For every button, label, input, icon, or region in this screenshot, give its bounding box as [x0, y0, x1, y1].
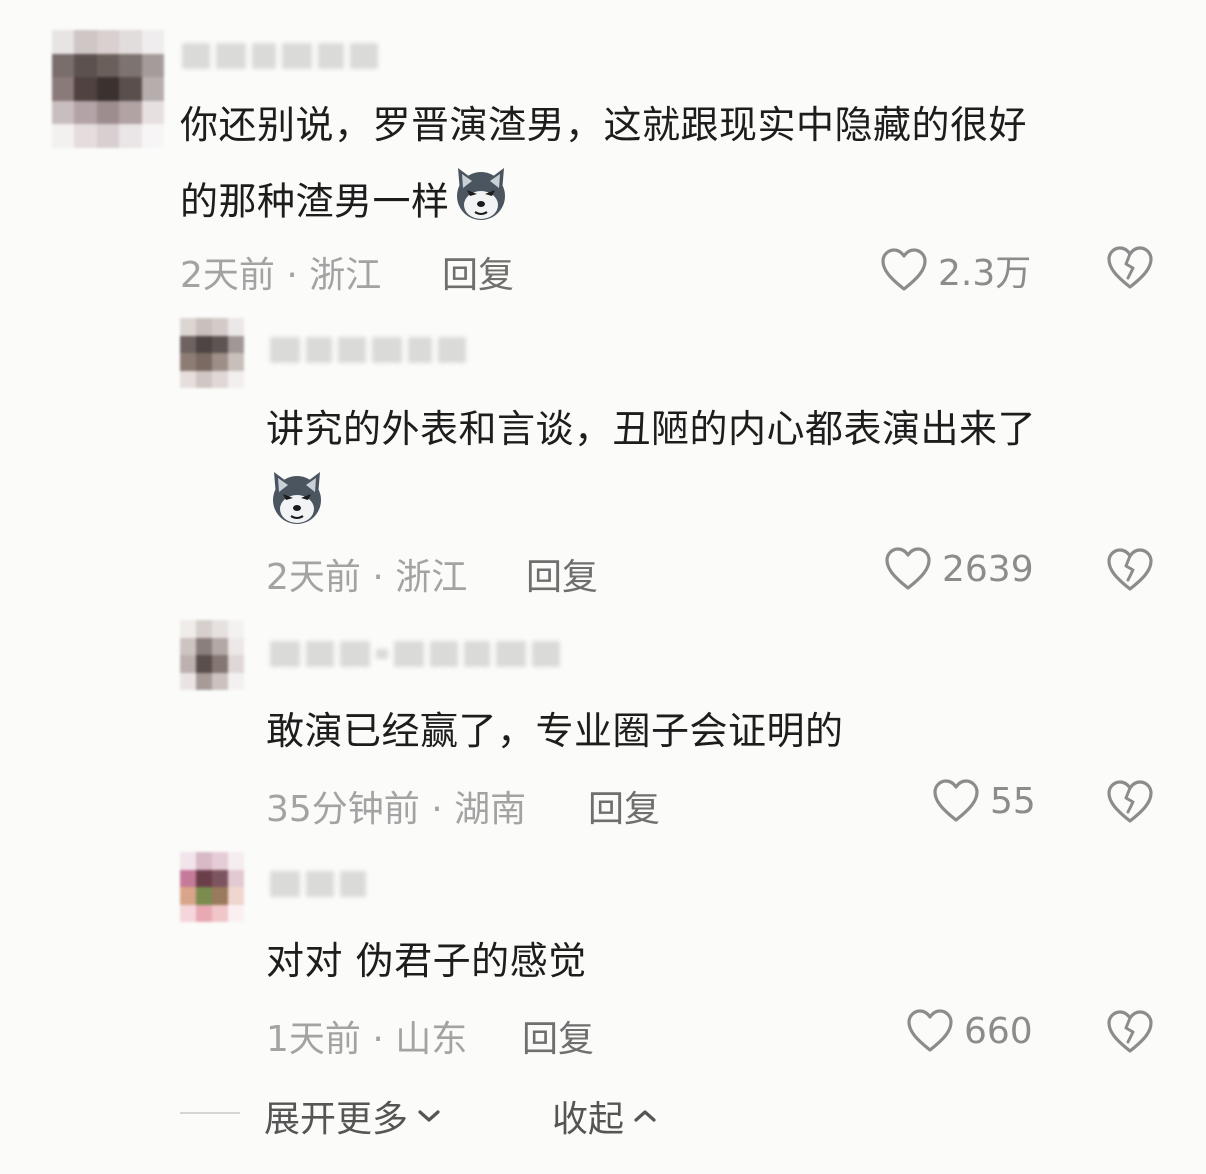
- comment-meta: 35分钟前 · 湖南: [266, 789, 527, 830]
- comment-text: 的那种渣男一样: [180, 162, 512, 246]
- collapse-button[interactable]: 收起: [552, 1090, 658, 1142]
- username-blurred[interactable]: [270, 864, 366, 904]
- broken-heart-icon[interactable]: [1106, 244, 1154, 292]
- like-button[interactable]: 2639: [884, 546, 1034, 592]
- husky-emoji-icon: [266, 466, 328, 532]
- comment-text: 讲究的外表和言谈，丑陋的内心都表演出来了: [266, 394, 1036, 464]
- comment-text-line1: 对对 伪君子的感觉: [266, 939, 587, 983]
- heart-outline-icon: [881, 248, 927, 291]
- comment-meta: 1天前 · 山东: [266, 1019, 468, 1060]
- husky-emoji-icon: [450, 162, 512, 246]
- comment-text-line1: 敢演已经赢了，专业圈子会证明的: [266, 709, 844, 753]
- reply-button[interactable]: 回复: [526, 548, 598, 600]
- avatar[interactable]: [180, 852, 244, 922]
- broken-heart-icon[interactable]: [1106, 546, 1154, 594]
- username-blurred[interactable]: [270, 330, 466, 370]
- comment-text-line2: 的那种渣男一样: [180, 179, 450, 224]
- chevron-down-icon: [418, 1110, 440, 1122]
- reply-button[interactable]: 回复: [522, 1010, 594, 1062]
- comment-meta: 2天前 · 浙江: [180, 255, 382, 296]
- collapse-label: 收起: [552, 1099, 625, 1140]
- like-button[interactable]: 2.3万: [880, 244, 1031, 296]
- comment-text-line1: 讲究的外表和言谈，丑陋的内心都表演出来了: [266, 407, 1037, 451]
- comment-text-line1: 你还别说，罗晋演渣男，这就跟现实中隐藏的很好: [180, 103, 1028, 147]
- like-count: 2639: [942, 548, 1034, 590]
- heart-outline-icon: [907, 1009, 953, 1052]
- comment-text: 你还别说，罗晋演渣男，这就跟现实中隐藏的很好: [180, 90, 1027, 160]
- comment-text: 对对 伪君子的感觉: [266, 926, 587, 996]
- heart-outline-icon: [933, 779, 979, 822]
- expand-more-label: 展开更多: [264, 1099, 409, 1140]
- expand-more-button[interactable]: 展开更多: [264, 1090, 442, 1142]
- comment-meta: 2天前 · 浙江: [266, 557, 468, 598]
- comment-text: 敢演已经赢了，专业圈子会证明的: [266, 696, 844, 766]
- avatar[interactable]: [52, 30, 164, 148]
- reply-button[interactable]: 回复: [442, 246, 514, 298]
- heart-outline-icon: [885, 547, 931, 590]
- broken-heart-icon[interactable]: [1106, 778, 1154, 826]
- avatar[interactable]: [180, 620, 244, 690]
- username-blurred[interactable]: [270, 634, 560, 674]
- avatar[interactable]: [180, 318, 244, 388]
- like-count: 55: [990, 780, 1036, 822]
- like-button[interactable]: 660: [906, 1008, 1033, 1054]
- username-blurred[interactable]: [182, 36, 378, 76]
- like-count: 660: [964, 1010, 1033, 1052]
- like-count: 2.3万: [938, 253, 1032, 294]
- like-button[interactable]: 55: [932, 778, 1036, 824]
- divider: [180, 1112, 240, 1114]
- chevron-up-icon: [634, 1110, 656, 1122]
- broken-heart-icon[interactable]: [1106, 1008, 1154, 1056]
- reply-button[interactable]: 回复: [588, 780, 660, 832]
